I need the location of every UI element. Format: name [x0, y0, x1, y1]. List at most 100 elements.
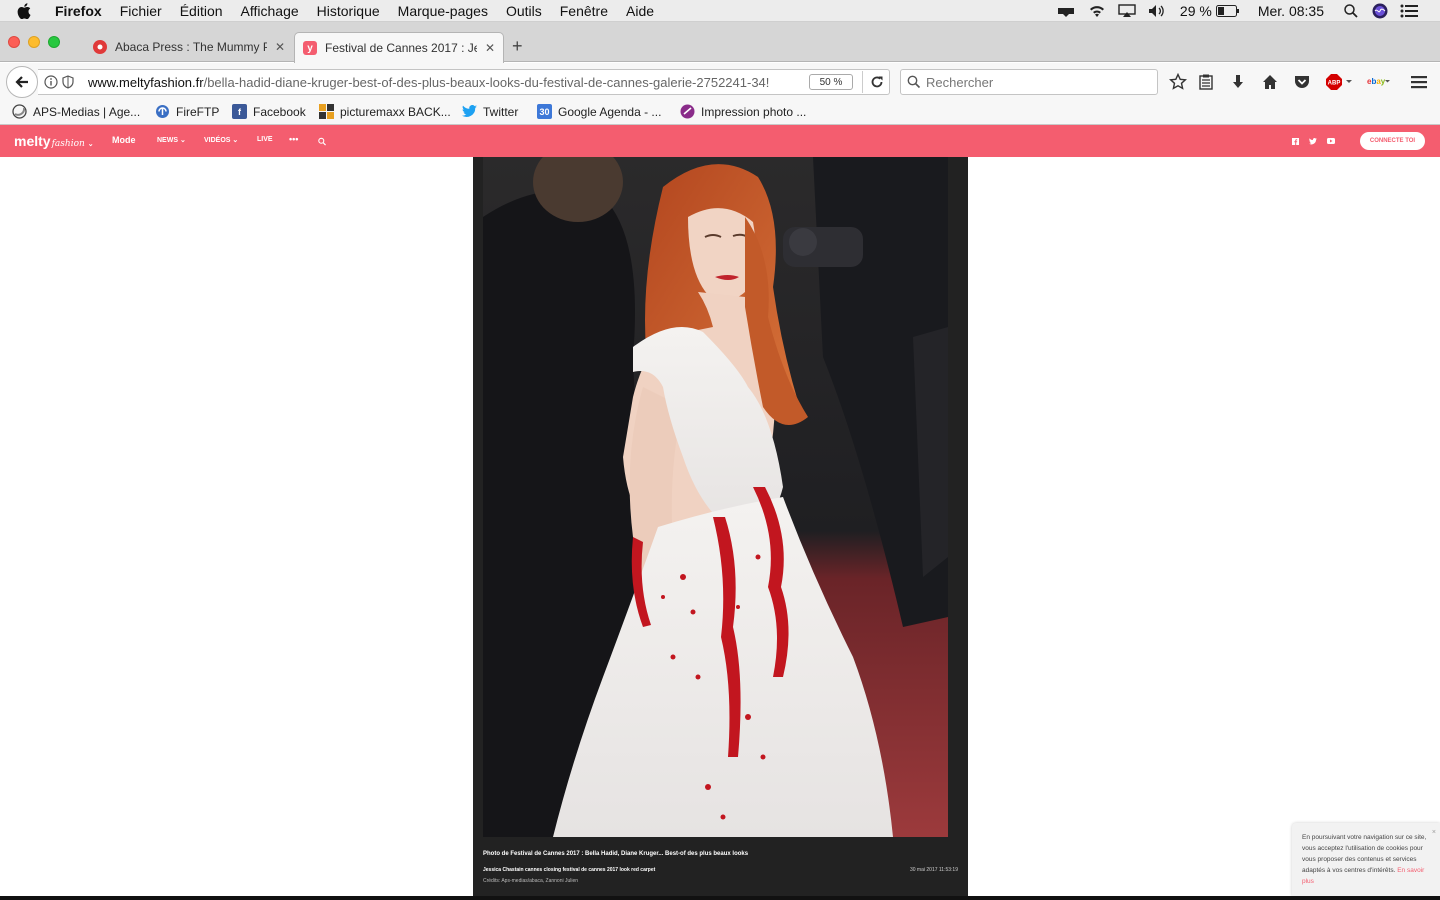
chevron-down-icon: ⌄ [232, 137, 239, 144]
window-zoom-button[interactable] [48, 36, 60, 48]
url-text[interactable]: www.meltyfashion.fr/bella-hadid-diane-kr… [88, 75, 798, 90]
notification-cloud-icon[interactable] [1056, 4, 1076, 18]
gallery-caption-date: 30 mai 2017 11:53:19 [909, 867, 958, 873]
tab-abaca-press[interactable]: Abaca Press : The Mummy Pr ✕ [85, 32, 290, 62]
apple-logo-icon[interactable] [17, 3, 37, 19]
bookmark-label: Impression photo ... [701, 104, 807, 119]
window-minimize-button[interactable] [28, 36, 40, 48]
menu-historique[interactable]: Historique [317, 0, 380, 22]
url-bar[interactable]: www.meltyfashion.fr/bella-hadid-diane-kr… [38, 69, 890, 95]
gallery-caption-subtitle: Jessica Chastain cannes closing festival… [483, 867, 656, 873]
tab-festival-cannes[interactable]: y Festival de Cannes 2017 : Jes ✕ [294, 32, 504, 63]
menu-affichage[interactable]: Affichage [241, 0, 299, 22]
facebook-icon: f [232, 104, 247, 119]
bookmark-label: picturemaxx BACK... [340, 104, 451, 119]
svg-text:ebay: ebay [1367, 77, 1386, 86]
facebook-social-icon[interactable] [1291, 137, 1299, 145]
site-nav-videos[interactable]: VIDÉOS ⌄ [204, 136, 238, 144]
picturemaxx-icon [319, 104, 334, 119]
nav-label: VIDÉOS [204, 137, 231, 144]
site-nav-news[interactable]: NEWS ⌄ [157, 136, 186, 144]
menu-aide[interactable]: Aide [626, 0, 654, 22]
search-bar[interactable]: Rechercher [900, 69, 1158, 95]
menu-fichier[interactable]: Fichier [120, 0, 162, 22]
wifi-icon[interactable] [1088, 4, 1106, 18]
gallery-caption-title: Photo de Festival de Cannes 2017 : Bella… [483, 851, 749, 857]
melty-site-header: melty fashion ⌄ Mode NEWS ⌄ VIDÉOS ⌄ LIVE … [0, 125, 1440, 157]
bookmark-fireftp[interactable]: FireFTP [155, 104, 219, 119]
bookmark-twitter[interactable]: Twitter [462, 104, 518, 119]
window-close-button[interactable] [8, 36, 20, 48]
menu-marque-pages[interactable]: Marque-pages [398, 0, 488, 22]
bookmark-label: Twitter [483, 104, 519, 119]
home-icon[interactable] [1261, 73, 1279, 91]
meltyfashion-logo[interactable]: melty fashion ⌄ [14, 133, 94, 149]
site-search-icon[interactable] [318, 137, 326, 145]
search-icon [907, 75, 921, 92]
tab-title: Abaca Press : The Mummy Pr [115, 40, 267, 54]
battery-icon[interactable] [1215, 5, 1240, 17]
siri-icon[interactable] [1372, 3, 1388, 19]
bookmarks-toolbar: APS-Medias | Age... FireFTP f Facebook p… [0, 100, 1440, 125]
ebay-extension-icon[interactable]: ebay [1366, 73, 1392, 91]
gallery-viewer: Photo de Festival de Cannes 2017 : Bella… [473, 157, 968, 896]
photo-print-icon [680, 104, 695, 119]
cookie-close-button[interactable]: × [1432, 827, 1436, 838]
reload-button[interactable] [862, 71, 890, 93]
bookmark-facebook[interactable]: f Facebook [232, 104, 306, 119]
notification-center-icon[interactable] [1400, 4, 1418, 18]
twitter-icon [462, 104, 477, 119]
airplay-icon[interactable] [1118, 4, 1136, 18]
nav-label: NEWS [157, 137, 178, 144]
browser-nav-bar: www.meltyfashion.fr/bella-hadid-diane-kr… [0, 63, 1440, 100]
pocket-icon[interactable] [1293, 73, 1311, 91]
tab-close-icon[interactable]: ✕ [485, 41, 495, 55]
chevron-down-icon: ⌄ [87, 141, 94, 148]
back-button[interactable] [6, 66, 38, 98]
site-nav-more[interactable]: ••• [289, 134, 298, 144]
gallery-photo[interactable] [483, 157, 948, 837]
logo-main-text: melty [14, 133, 51, 149]
menu-app-name[interactable]: Firefox [55, 0, 102, 22]
adblock-plus-icon[interactable]: ABP [1325, 73, 1355, 91]
menu-outils[interactable]: Outils [506, 0, 542, 22]
new-tab-button[interactable]: + [512, 36, 523, 57]
bookmark-label: APS-Medias | Age... [33, 104, 141, 119]
site-nav-live[interactable]: LIVE [257, 136, 273, 143]
menu-edition[interactable]: Édition [180, 0, 223, 22]
gallery-caption-credit: Crédits: Aps-medias/abaca, Zannoni Julie… [483, 878, 579, 884]
macos-menu-bar: Firefox Fichier Édition Affichage Histor… [0, 0, 1440, 22]
tracking-shield-icon[interactable] [62, 75, 74, 92]
menu-fenetre[interactable]: Fenêtre [560, 0, 608, 22]
bookmark-google-agenda[interactable]: 30 Google Agenda - ... [537, 104, 661, 119]
url-path: /bella-hadid-diane-kruger-best-of-des-pl… [203, 75, 770, 90]
twitter-social-icon[interactable] [1309, 137, 1317, 145]
bookmark-impression-photo[interactable]: Impression photo ... [680, 104, 806, 119]
volume-icon[interactable] [1148, 4, 1168, 18]
bookmark-label: FireFTP [176, 104, 220, 119]
bookmark-aps-medias[interactable]: APS-Medias | Age... [12, 104, 140, 119]
url-host: www.meltyfashion.fr [88, 75, 204, 90]
tab-title: Festival de Cannes 2017 : Jes [325, 41, 477, 55]
site-info-icon[interactable] [44, 75, 58, 92]
abaca-favicon-icon [93, 40, 107, 54]
bookmark-label: Google Agenda - ... [558, 104, 662, 119]
menubar-clock[interactable]: Mer. 08:35 [1258, 3, 1324, 19]
battery-percent: 29 % [1179, 3, 1212, 19]
site-nav-mode[interactable]: Mode [112, 135, 136, 145]
hamburger-menu-icon[interactable] [1410, 73, 1428, 91]
spotlight-search-icon[interactable] [1344, 4, 1358, 18]
connect-button[interactable]: CONNECTE TOI [1360, 132, 1425, 150]
window-bottom-edge [0, 896, 1440, 900]
zoom-reset-button[interactable]: 50 % [809, 74, 853, 90]
bookmark-star-icon[interactable] [1169, 73, 1187, 91]
downloads-icon[interactable] [1229, 73, 1247, 91]
globe-icon [12, 104, 27, 119]
chevron-down-icon: ⌄ [179, 137, 186, 144]
tab-close-icon[interactable]: ✕ [275, 40, 285, 54]
logo-sub-text: fashion [51, 139, 85, 149]
reading-list-icon[interactable] [1197, 73, 1215, 91]
youtube-social-icon[interactable] [1327, 137, 1335, 145]
bookmark-picturemaxx[interactable]: picturemaxx BACK... [319, 104, 451, 119]
melty-favicon-icon: y [303, 41, 317, 55]
